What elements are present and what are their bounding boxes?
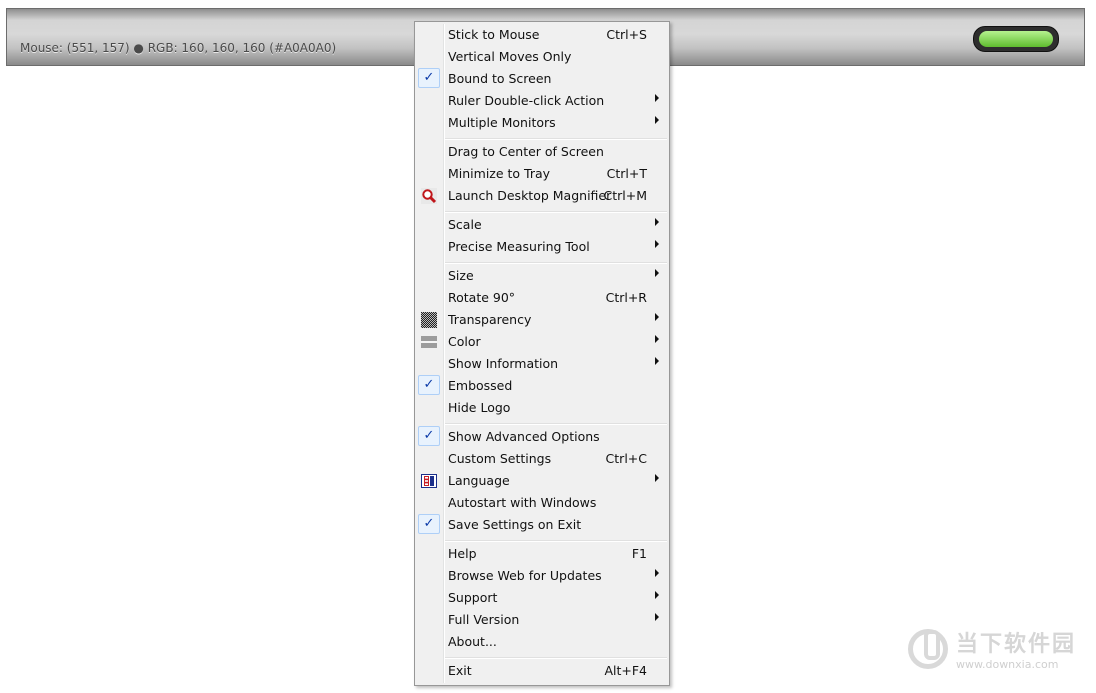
color-icon bbox=[421, 336, 437, 348]
checkmark-icon: ✓ bbox=[418, 68, 440, 88]
watermark-name: 当下软件园 bbox=[956, 632, 1077, 657]
menu-item-embossed[interactable]: ✓ Embossed bbox=[417, 375, 667, 397]
menu-item-label: Custom Settings bbox=[448, 451, 552, 466]
menu-item-label: Autostart with Windows bbox=[448, 495, 597, 510]
menu-item-label: Color bbox=[448, 334, 481, 349]
menu-item-show-advanced-options[interactable]: ✓ Show Advanced Options bbox=[417, 426, 667, 448]
menu-separator bbox=[445, 423, 667, 425]
menu-item-label: Minimize to Tray bbox=[448, 166, 551, 181]
menu-item-save-settings-on-exit[interactable]: ✓ Save Settings on Exit bbox=[417, 514, 667, 536]
watermark-logo-icon bbox=[908, 628, 948, 669]
menu-item-transparency[interactable]: Transparency bbox=[417, 309, 667, 331]
menu-item-language[interactable]: Language bbox=[417, 470, 667, 492]
menu-item-shortcut: Alt+F4 bbox=[604, 663, 647, 678]
menu-item-label: Scale bbox=[448, 217, 482, 232]
menu-separator bbox=[445, 138, 667, 140]
watermark: 当下软件园 www.downxia.com bbox=[908, 626, 1076, 671]
menu-item-label: Precise Measuring Tool bbox=[448, 239, 590, 254]
menu-item-label: Show Advanced Options bbox=[448, 429, 600, 444]
menu-item-label: Stick to Mouse bbox=[448, 27, 540, 42]
menu-item-browse-web-for-updates[interactable]: Browse Web for Updates bbox=[417, 565, 667, 587]
menu-separator bbox=[445, 657, 667, 659]
menu-item-shortcut: F1 bbox=[631, 546, 647, 561]
submenu-arrow-icon bbox=[655, 269, 659, 277]
menu-item-label: Exit bbox=[448, 663, 472, 678]
menu-separator bbox=[445, 540, 667, 542]
menu-separator bbox=[445, 262, 667, 264]
menu-item-rotate-90[interactable]: Rotate 90° Ctrl+R bbox=[417, 287, 667, 309]
menu-item-shortcut: Ctrl+M bbox=[603, 188, 648, 203]
menu-item-help[interactable]: Help F1 bbox=[417, 543, 667, 565]
menu-item-label: Rotate 90° bbox=[448, 290, 516, 305]
menu-item-scale[interactable]: Scale bbox=[417, 214, 667, 236]
submenu-arrow-icon bbox=[655, 94, 659, 102]
menu-item-label: Vertical Moves Only bbox=[448, 49, 572, 64]
menu-item-shortcut: Ctrl+R bbox=[605, 290, 647, 305]
submenu-arrow-icon bbox=[655, 218, 659, 226]
menu-item-precise-measuring-tool[interactable]: Precise Measuring Tool bbox=[417, 236, 667, 258]
menu-item-label: Launch Desktop Magnifier bbox=[448, 188, 612, 203]
menu-item-exit[interactable]: Exit Alt+F4 bbox=[417, 660, 667, 682]
watermark-url: www.downxia.com bbox=[956, 658, 1059, 671]
menu-item-label: Language bbox=[448, 473, 510, 488]
magnifier-icon bbox=[421, 188, 437, 204]
checkmark-icon: ✓ bbox=[418, 375, 440, 395]
menu-separator bbox=[445, 211, 667, 213]
menu-item-shortcut: Ctrl+T bbox=[606, 166, 647, 181]
menu-item-vertical-moves-only[interactable]: Vertical Moves Only bbox=[417, 46, 667, 68]
menu-item-minimize-to-tray[interactable]: Minimize to Tray Ctrl+T bbox=[417, 163, 667, 185]
context-menu: Stick to Mouse Ctrl+S Vertical Moves Onl… bbox=[414, 21, 670, 686]
menu-item-show-information[interactable]: Show Information bbox=[417, 353, 667, 375]
menu-item-shortcut: Ctrl+C bbox=[605, 451, 647, 466]
checkmark-icon: ✓ bbox=[418, 426, 440, 446]
menu-item-label: Show Information bbox=[448, 356, 559, 371]
menu-item-about[interactable]: About... bbox=[417, 631, 667, 653]
submenu-arrow-icon bbox=[655, 474, 659, 482]
menu-item-custom-settings[interactable]: Custom Settings Ctrl+C bbox=[417, 448, 667, 470]
submenu-arrow-icon bbox=[655, 613, 659, 621]
menu-item-label: Embossed bbox=[448, 378, 513, 393]
submenu-arrow-icon bbox=[655, 240, 659, 248]
menu-item-bound-to-screen[interactable]: ✓ Bound to Screen bbox=[417, 68, 667, 90]
menu-item-full-version[interactable]: Full Version bbox=[417, 609, 667, 631]
menu-item-hide-logo[interactable]: Hide Logo bbox=[417, 397, 667, 419]
menu-item-multiple-monitors[interactable]: Multiple Monitors bbox=[417, 112, 667, 134]
menu-item-autostart-with-windows[interactable]: Autostart with Windows bbox=[417, 492, 667, 514]
menu-item-color[interactable]: Color bbox=[417, 331, 667, 353]
menu-item-support[interactable]: Support bbox=[417, 587, 667, 609]
submenu-arrow-icon bbox=[655, 116, 659, 124]
menu-item-label: Ruler Double-click Action bbox=[448, 93, 605, 108]
menu-item-label: Hide Logo bbox=[448, 400, 511, 415]
menu-item-label: Drag to Center of Screen bbox=[448, 144, 604, 159]
menu-item-label: Transparency bbox=[448, 312, 532, 327]
menu-item-label: Support bbox=[448, 590, 498, 605]
menu-item-drag-to-center[interactable]: Drag to Center of Screen bbox=[417, 141, 667, 163]
ruler-info-text: Mouse: (551, 157) ● RGB: 160, 160, 160 (… bbox=[20, 41, 337, 55]
menu-item-stick-to-mouse[interactable]: Stick to Mouse Ctrl+S bbox=[417, 24, 667, 46]
submenu-arrow-icon bbox=[655, 569, 659, 577]
menu-item-label: Full Version bbox=[448, 612, 520, 627]
menu-item-label: Size bbox=[448, 268, 474, 283]
menu-item-label: Bound to Screen bbox=[448, 71, 552, 86]
submenu-arrow-icon bbox=[655, 335, 659, 343]
submenu-arrow-icon bbox=[655, 313, 659, 321]
submenu-arrow-icon bbox=[655, 591, 659, 599]
menu-item-ruler-double-click-action[interactable]: Ruler Double-click Action bbox=[417, 90, 667, 112]
coder-logo: coder bbox=[973, 26, 1059, 52]
language-flag-icon bbox=[421, 474, 437, 488]
menu-item-label: Save Settings on Exit bbox=[448, 517, 582, 532]
menu-item-size[interactable]: Size bbox=[417, 265, 667, 287]
menu-item-shortcut: Ctrl+S bbox=[606, 27, 647, 42]
submenu-arrow-icon bbox=[655, 357, 659, 365]
menu-item-label: Help bbox=[448, 546, 477, 561]
menu-item-label: Browse Web for Updates bbox=[448, 568, 602, 583]
checkmark-icon: ✓ bbox=[418, 514, 440, 534]
menu-item-label: Multiple Monitors bbox=[448, 115, 556, 130]
transparency-icon bbox=[421, 312, 437, 328]
menu-item-label: About... bbox=[448, 634, 497, 649]
menu-item-launch-desktop-magnifier[interactable]: Launch Desktop Magnifier Ctrl+M bbox=[417, 185, 667, 207]
